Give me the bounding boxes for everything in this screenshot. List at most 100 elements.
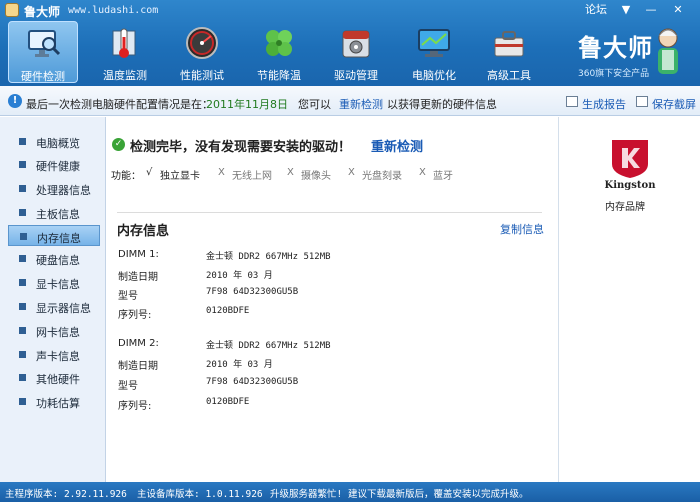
- thermometer-icon: [112, 28, 136, 58]
- dimm-type: 7F98 64D32300GU5B: [206, 377, 299, 387]
- dimm-type: 7F98 64D32300GU5B: [206, 287, 299, 297]
- sidebar-item-label: 功耗估算: [36, 397, 80, 410]
- tab-energy-saving[interactable]: 节能降温: [244, 21, 314, 83]
- feature-gpu: 独立显卡: [160, 171, 200, 182]
- sidebar-item-label: 显示器信息: [36, 302, 91, 315]
- sidebar-item-label: 网卡信息: [36, 326, 80, 339]
- sidebar-item-label: 硬件健康: [36, 160, 80, 173]
- bullet-icon: [19, 327, 26, 334]
- feature-burner: 光盘刻录: [362, 171, 402, 182]
- menu-chevron-icon[interactable]: ▼: [614, 1, 638, 18]
- tab-label: 节能降温: [257, 69, 301, 82]
- sidebar-item-display[interactable]: 显示器信息: [8, 296, 100, 317]
- generate-report-link[interactable]: 生成报告: [582, 96, 626, 112]
- feature-mark: X: [287, 167, 294, 178]
- tab-advanced-tools[interactable]: 高级工具: [474, 21, 544, 83]
- sidebar-item-label: 硬盘信息: [36, 254, 80, 267]
- check-icon: ✓: [112, 138, 125, 151]
- feature-wifi: 无线上网: [232, 171, 272, 182]
- main-panel: ✓ 检测完毕，没有发现需要安装的驱动！ 重新检测 功能： √ 独立显卡 X 无线…: [107, 117, 557, 482]
- sidebar-item-label: 内存信息: [37, 232, 81, 245]
- copy-info-link[interactable]: 复制信息: [500, 221, 544, 237]
- sidebar: 电脑概览 硬件健康 处理器信息 主板信息 内存信息 硬盘信息 显卡信息 显示器信…: [0, 117, 106, 482]
- divider: [117, 212, 542, 213]
- feature-mark: X: [419, 167, 426, 178]
- tab-driver-manage[interactable]: 驱动管理: [321, 21, 391, 83]
- device-db-version: 主设备库版本: 1.0.11.926: [137, 489, 263, 500]
- features-label: 功能：: [111, 171, 141, 182]
- last-scan-date: 2011年11月8日: [206, 98, 288, 111]
- mascot-icon: [658, 28, 678, 74]
- tab-label: 性能测试: [180, 69, 224, 82]
- tab-performance[interactable]: 性能测试: [167, 21, 237, 83]
- sidebar-item-label: 电脑概览: [36, 137, 80, 150]
- feature-mark: X: [348, 167, 355, 178]
- sidebar-item-network[interactable]: 网卡信息: [8, 320, 100, 341]
- tab-label: 高级工具: [487, 69, 531, 82]
- minimize-button[interactable]: —: [639, 1, 663, 18]
- sidebar-item-label: 显卡信息: [36, 278, 80, 291]
- bullet-icon: [19, 398, 26, 405]
- speedometer-icon: [186, 27, 218, 59]
- kingston-logo-icon: Kingston: [605, 140, 657, 191]
- scan-status-row: ! 最后一次检测电脑硬件配置情况是在： 2011年11月8日 您可以 重新检测 …: [0, 86, 700, 116]
- sidebar-item-label: 处理器信息: [36, 184, 91, 197]
- forum-link[interactable]: 论坛: [583, 1, 609, 18]
- bullet-icon: [19, 185, 26, 192]
- sidebar-item-gpu[interactable]: 显卡信息: [8, 272, 100, 293]
- feature-bluetooth: 蓝牙: [433, 171, 453, 182]
- bullet-icon: [19, 138, 26, 145]
- svg-text:Kingston: Kingston: [605, 180, 657, 191]
- brand-name: 鲁大师: [578, 33, 653, 62]
- tab-label: 驱动管理: [334, 69, 378, 82]
- scan-result-headline: 检测完毕，没有发现需要安装的驱动！: [130, 140, 352, 155]
- tab-hardware-detect[interactable]: 硬件检测: [8, 21, 78, 83]
- dimm-date: 2010 年 03 月: [206, 271, 273, 281]
- sidebar-item-cpu[interactable]: 处理器信息: [8, 178, 100, 199]
- sidebar-item-power[interactable]: 功耗估算: [8, 391, 100, 412]
- tab-label: 温度监测: [103, 69, 147, 82]
- close-button[interactable]: ✕: [664, 1, 692, 18]
- clover-icon: [266, 30, 292, 56]
- sidebar-item-disk[interactable]: 硬盘信息: [8, 248, 100, 269]
- you-can-text: 您可以: [298, 98, 331, 111]
- driver-box-icon: [342, 30, 370, 58]
- info-icon: !: [8, 94, 22, 108]
- memory-brand-caption: 内存品牌: [605, 202, 645, 213]
- dimm-model: 金士顿 DDR2 667MHz 512MB: [206, 341, 331, 351]
- last-scan-text: 最后一次检测电脑硬件配置情况是在：: [26, 98, 213, 111]
- sidebar-item-audio[interactable]: 声卡信息: [8, 344, 100, 365]
- tab-label: 电脑优化: [412, 69, 456, 82]
- save-screenshot-link[interactable]: 保存截屏: [652, 96, 696, 112]
- tab-label: 硬件检测: [21, 70, 65, 83]
- sidebar-item-label: 其他硬件: [36, 373, 80, 386]
- dimm-date: 2010 年 03 月: [206, 360, 273, 370]
- sidebar-item-other[interactable]: 其他硬件: [8, 367, 100, 388]
- feature-mark: √: [146, 167, 153, 178]
- sidebar-item-health[interactable]: 硬件健康: [8, 154, 100, 175]
- app-title: 鲁大师: [24, 5, 61, 19]
- bullet-icon: [19, 209, 26, 216]
- sidebar-item-motherboard[interactable]: 主板信息: [8, 202, 100, 223]
- camera-icon: [636, 96, 648, 107]
- rescan-hint-text: 以获得更新的硬件信息: [387, 98, 497, 111]
- sidebar-item-memory[interactable]: 内存信息: [8, 225, 100, 246]
- bullet-icon: [19, 374, 26, 381]
- bullet-icon: [19, 279, 26, 286]
- dimm-slot-label: DIMM 2:: [118, 338, 159, 349]
- rescan-link-main[interactable]: 重新检测: [371, 136, 423, 155]
- feature-camera: 摄像头: [301, 171, 331, 182]
- bullet-icon: [19, 161, 26, 168]
- sidebar-item-overview[interactable]: 电脑概览: [8, 131, 100, 152]
- sidebar-item-label: 主板信息: [36, 208, 80, 221]
- tab-temperature[interactable]: 温度监测: [90, 21, 160, 83]
- brand-subtitle: 360旗下安全产品: [578, 69, 650, 79]
- bullet-icon: [19, 351, 26, 358]
- report-icon: [566, 96, 578, 107]
- rescan-link[interactable]: 重新检测: [339, 96, 383, 112]
- bottom-status-bar: 主程序版本: 2.92.11.926 主设备库版本: 1.0.11.926 升级…: [0, 482, 700, 502]
- dimm-type-label: 型号: [118, 291, 138, 302]
- bullet-icon: [19, 303, 26, 310]
- top-bar: 鲁大师 www.ludashi.com 论坛 ▼ — ✕ 硬件检测 温度监测 性…: [0, 0, 700, 86]
- tab-optimize[interactable]: 电脑优化: [399, 21, 469, 83]
